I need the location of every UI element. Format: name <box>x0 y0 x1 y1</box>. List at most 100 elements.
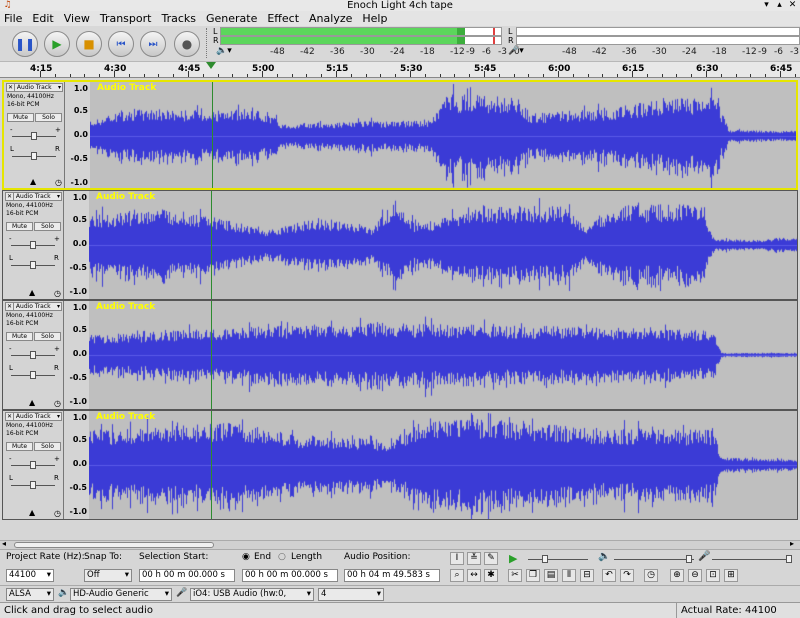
skip-to-end-button[interactable]: ⏭ <box>140 31 166 57</box>
record-meter-right[interactable] <box>516 36 800 45</box>
zoom-out-button[interactable]: ⊖ <box>688 569 702 582</box>
solo-button[interactable]: Solo <box>35 113 62 122</box>
gain-slider-thumb[interactable] <box>30 241 36 249</box>
mute-button[interactable]: Mute <box>7 113 34 122</box>
menu-generate[interactable]: Generate <box>201 11 262 26</box>
skip-to-start-button[interactable]: ⏮ <box>108 31 134 57</box>
audio-host-combo[interactable]: ALSA ▾ <box>6 588 54 601</box>
play-at-speed-icon[interactable]: ▶ <box>509 552 517 565</box>
playback-volume-slider[interactable] <box>614 555 694 563</box>
pan-slider-thumb[interactable] <box>30 371 36 379</box>
playback-meter-left[interactable] <box>220 27 502 36</box>
record-meter-left[interactable] <box>516 27 800 36</box>
draw-tool[interactable]: ✎ <box>484 552 498 565</box>
gain-slider-thumb[interactable] <box>31 132 37 140</box>
undo-button[interactable]: ↶ <box>602 569 616 582</box>
mute-button[interactable]: Mute <box>6 222 33 231</box>
amplitude-scale[interactable]: 1.0 0.5 0.0 -0.5 -1.0 <box>64 411 89 519</box>
audio-track[interactable]: ✕ Audio Track ▾ Mono, 44100Hz 16-bit PCM… <box>2 190 798 300</box>
pan-slider[interactable] <box>11 261 55 269</box>
fit-project-button[interactable]: ⊞ <box>724 569 738 582</box>
cut-button[interactable]: ✂ <box>508 569 522 582</box>
pan-slider[interactable] <box>12 152 56 160</box>
mute-button[interactable]: Mute <box>6 442 33 451</box>
collapse-track-icon[interactable]: ▲ <box>29 288 35 297</box>
pan-slider[interactable] <box>11 481 55 489</box>
sync-lock-button[interactable]: ◷ <box>644 569 658 582</box>
stop-button[interactable]: ■ <box>76 31 102 57</box>
track-name-menu[interactable]: ✕ Audio Track ▾ <box>5 192 62 201</box>
close-icon[interactable]: ✕ <box>787 0 798 11</box>
pan-slider[interactable] <box>11 371 55 379</box>
menu-effect[interactable]: Effect <box>262 11 304 26</box>
gain-slider-thumb[interactable] <box>30 351 36 359</box>
track-control-panel[interactable]: ✕ Audio Track ▾ Mono, 44100Hz 16-bit PCM… <box>4 82 65 188</box>
record-button[interactable]: ● <box>174 31 200 57</box>
waveform-area[interactable]: Audio Track <box>90 82 796 188</box>
close-track-icon[interactable]: ✕ <box>6 413 14 420</box>
paste-button[interactable]: ▤ <box>544 569 558 582</box>
selection-start-field[interactable]: 00 h 00 m 00.000 s <box>139 569 235 582</box>
solo-button[interactable]: Solo <box>34 332 61 341</box>
solo-button[interactable]: Solo <box>34 222 61 231</box>
menu-file[interactable]: File <box>0 11 27 26</box>
snap-to-combo[interactable]: Off ▾ <box>84 569 132 582</box>
record-volume-thumb[interactable] <box>786 555 792 563</box>
playhead-marker[interactable] <box>206 62 216 69</box>
multi-tool[interactable]: ✱ <box>484 569 498 582</box>
play-speed-slider[interactable] <box>528 555 588 563</box>
waveform-area[interactable]: Audio Track <box>89 301 797 409</box>
envelope-tool[interactable]: ≚ <box>467 552 481 565</box>
audio-track[interactable]: ✕ Audio Track ▾ Mono, 44100Hz 16-bit PCM… <box>2 300 798 410</box>
playback-meter-right[interactable] <box>220 36 502 45</box>
gain-slider[interactable] <box>11 461 55 469</box>
menu-help[interactable]: Help <box>357 11 392 26</box>
menu-tracks[interactable]: Tracks <box>156 11 201 26</box>
pan-slider-thumb[interactable] <box>31 152 37 160</box>
close-track-icon[interactable]: ✕ <box>6 193 14 200</box>
menu-view[interactable]: View <box>59 11 95 26</box>
minimize-icon[interactable]: ▾ <box>761 0 772 11</box>
menu-transport[interactable]: Transport <box>95 11 157 26</box>
horizontal-scrollbar[interactable]: ◂ ▸ <box>0 539 800 549</box>
mute-button[interactable]: Mute <box>6 332 33 341</box>
scrollbar-thumb[interactable] <box>14 542 214 548</box>
length-radio[interactable]: ○ <box>278 552 286 562</box>
track-name-menu[interactable]: ✕ Audio Track ▾ <box>5 412 62 421</box>
input-channels-combo[interactable]: 4 ▾ <box>318 588 384 601</box>
track-name-menu[interactable]: ✕ Audio Track ▾ <box>5 302 62 311</box>
track-name-menu[interactable]: ✕ Audio Track ▾ <box>6 83 63 92</box>
collapse-track-icon[interactable]: ▲ <box>29 398 35 407</box>
project-rate-combo[interactable]: 44100 ▾ <box>6 569 54 582</box>
collapse-track-icon[interactable]: ▲ <box>30 177 36 186</box>
amplitude-scale[interactable]: 1.0 0.5 0.0 -0.5 -1.0 <box>64 191 89 299</box>
fit-selection-button[interactable]: ⊡ <box>706 569 720 582</box>
audio-track[interactable]: ✕ Audio Track ▾ Mono, 44100Hz 16-bit PCM… <box>2 80 798 190</box>
menu-analyze[interactable]: Analyze <box>304 11 357 26</box>
waveform-area[interactable]: Audio Track <box>89 191 797 299</box>
copy-button[interactable]: ❐ <box>526 569 540 582</box>
play-speed-thumb[interactable] <box>542 555 548 563</box>
gain-slider[interactable] <box>12 132 56 140</box>
input-device-combo[interactable]: iO4: USB Audio (hw:0, ▾ <box>190 588 314 601</box>
pan-slider-thumb[interactable] <box>30 261 36 269</box>
zoom-in-button[interactable]: ⊕ <box>670 569 684 582</box>
waveform-area[interactable]: Audio Track <box>89 411 797 519</box>
record-volume-slider[interactable] <box>712 555 792 563</box>
pause-button[interactable]: ❚❚ <box>12 31 38 57</box>
playback-volume-thumb[interactable] <box>686 555 692 563</box>
zoom-tool[interactable]: ⌕ <box>450 569 464 582</box>
gain-slider-thumb[interactable] <box>30 461 36 469</box>
menu-edit[interactable]: Edit <box>27 11 58 26</box>
close-track-icon[interactable]: ✕ <box>7 84 15 91</box>
solo-button[interactable]: Solo <box>34 442 61 451</box>
track-control-panel[interactable]: ✕ Audio Track ▾ Mono, 44100Hz 16-bit PCM… <box>3 411 64 519</box>
audio-position-field[interactable]: 00 h 04 m 49.583 s <box>344 569 440 582</box>
collapse-track-icon[interactable]: ▲ <box>29 508 35 517</box>
toolbar-grip[interactable] <box>206 28 210 58</box>
track-control-panel[interactable]: ✕ Audio Track ▾ Mono, 44100Hz 16-bit PCM… <box>3 301 64 409</box>
gain-slider[interactable] <box>11 241 55 249</box>
maximize-icon[interactable]: ▴ <box>774 0 785 11</box>
end-radio[interactable]: ◉ <box>242 552 250 562</box>
gain-slider[interactable] <box>11 351 55 359</box>
